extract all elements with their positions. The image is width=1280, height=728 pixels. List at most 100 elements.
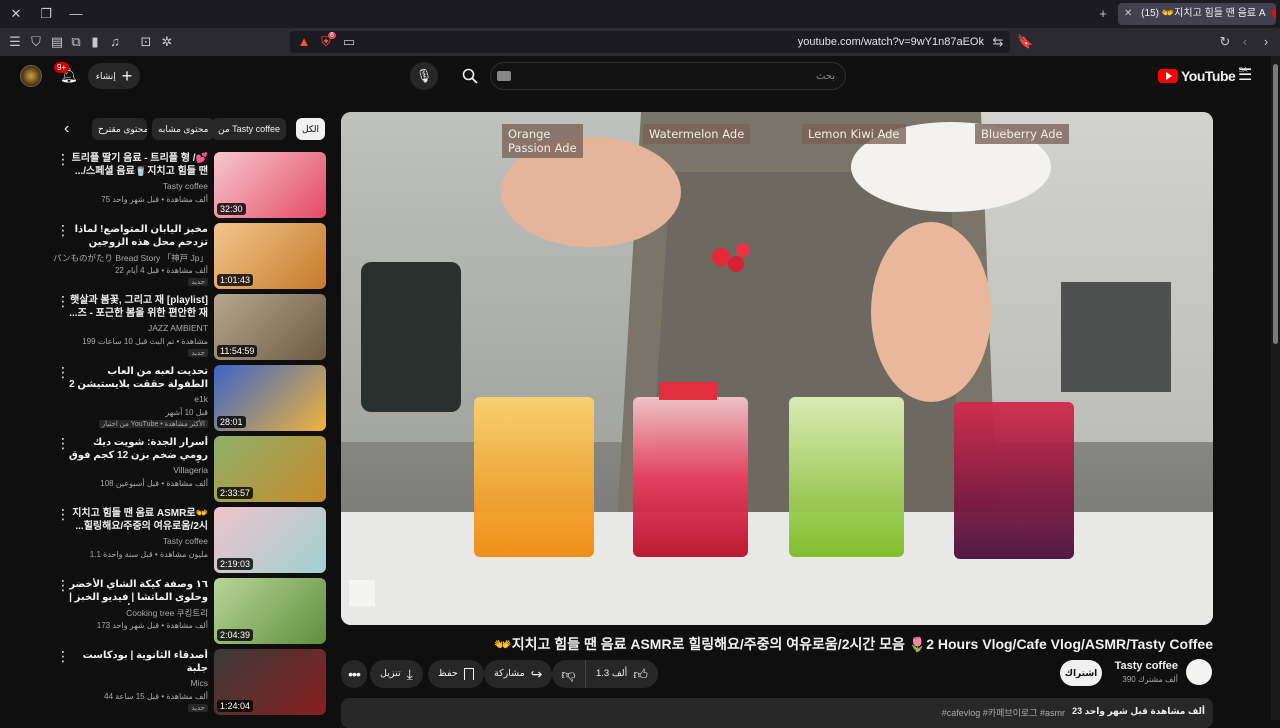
search-input[interactable]: بحث <box>490 62 846 90</box>
recommendation-item[interactable]: ⋮ مخبز اليابان المتواضع! لماذا تزدحم محل … <box>53 223 326 289</box>
voice-search-button[interactable]: 🎙︎ <box>410 62 438 90</box>
chip-recommended[interactable]: محتوى مقترح <box>92 118 147 140</box>
recommendation-item[interactable]: ⋮ 👐지치고 힘들 땐 음료 ASMR로 힐링해요/주중의 여유로움/2시... T… <box>56 507 326 573</box>
chip-related[interactable]: محتوى مشابه <box>152 118 215 140</box>
menu-icon[interactable]: ☰ <box>7 34 23 50</box>
recommendation-title[interactable]: 💕트리플 딸기 음료 - 트리플 형 /스페셜 음료🥤지치고 힘들 땐/... <box>68 152 208 178</box>
recommendation-title[interactable]: تحديت لعبه من العاب الطفولة حققت بلايستي… <box>68 365 208 392</box>
like-button[interactable]: 1.3 ألف 👍︎ <box>586 660 658 688</box>
recommendation-title[interactable]: أسرار الجدة: شويت ديك رومي ضخم بزن 12 كج… <box>68 436 208 463</box>
create-button[interactable]: إنشاء + <box>88 63 140 89</box>
recommendation-title[interactable]: 👐지치고 힘들 땐 음료 ASMR로 힐링해요/주중의 여유로움/2시... <box>68 507 208 533</box>
recommendation-thumbnail[interactable]: 1:24:04 <box>214 649 326 715</box>
scrollbar-thumb[interactable] <box>1273 64 1278 344</box>
new-tab-icon[interactable]: + <box>1095 6 1111 22</box>
brave-icon[interactable]: ▲ <box>296 34 312 50</box>
recommendation-channel[interactable]: e1k <box>194 394 208 404</box>
tab-close-icon[interactable]: ✕ <box>1124 8 1132 19</box>
recommendation-thumbnail[interactable]: 2:33:57 <box>214 436 326 502</box>
recommendation-thumbnail[interactable]: 11:54:59 <box>214 294 326 360</box>
bookmark-page-icon[interactable]: 🔖 <box>1017 34 1033 50</box>
window-close-icon[interactable]: ✕ <box>8 6 24 22</box>
chips-scroll-left-icon[interactable]: ‹ <box>64 120 69 138</box>
channel-avatar[interactable] <box>1186 659 1212 685</box>
active-tab[interactable]: ✕ (15) 👐지치고 힘들 땐 음료 A <box>1118 3 1276 25</box>
site-settings-icon[interactable]: ⇆ <box>990 34 1006 50</box>
keyboard-icon[interactable] <box>497 71 511 81</box>
recommendation-badge: جديد <box>188 349 208 357</box>
recommendation-channel[interactable]: Villageria <box>173 465 208 475</box>
youtube-logo[interactable]: YouTube SA <box>1158 67 1248 84</box>
recommendation-item[interactable]: ⋮ ١٦ وصفة كيكة الشاي الأخضر وحلوى الماتشا… <box>56 578 326 644</box>
page-scrollbar[interactable] <box>1271 56 1280 720</box>
window-restore-icon[interactable]: ❐ <box>38 6 54 22</box>
music-icon[interactable]: ♫ <box>107 34 123 50</box>
search-button[interactable] <box>452 62 488 90</box>
recommendation-title[interactable]: [playlist] 햇살과 봄꽃, 그리고 재즈 - 포근한 봄을 위한 편안… <box>68 294 208 320</box>
more-vertical-icon[interactable]: ⋮ <box>56 294 70 308</box>
subscribe-button[interactable]: اشتراك <box>1060 660 1102 686</box>
channel-name[interactable]: Tasty coffee <box>1115 660 1178 672</box>
avatar[interactable] <box>20 65 42 87</box>
recommendation-channel[interactable]: Tasty coffee <box>163 181 208 191</box>
reload-icon[interactable]: ↻ <box>1217 34 1233 50</box>
duration-badge: 1:24:04 <box>217 700 254 712</box>
video-player[interactable]: Orange Passion Ade Watermelon Ade Lemon … <box>341 112 1213 625</box>
recommendation-item[interactable]: ⋮ تحديت لعبه من العاب الطفولة حققت بلايست… <box>56 365 326 431</box>
url-text[interactable]: youtube.com/watch?v=9wY1n87aEOk <box>798 31 984 53</box>
chip-all[interactable]: الكل <box>296 118 326 140</box>
address-bar[interactable]: ▲ ⛨ 6 ▭ youtube.com/watch?v=9wY1n87aEOk … <box>290 31 1033 53</box>
recommendation-item[interactable]: ⋮ أسرار الجدة: شويت ديك رومي ضخم بزن 12 ك… <box>56 436 326 502</box>
recommendation-item[interactable]: ⋮ 💕트리플 딸기 음료 - 트리플 형 /스페셜 음료🥤지치고 힘들 땐/...… <box>56 152 326 218</box>
search-icon <box>462 68 478 84</box>
recommendation-title[interactable]: ١٦ وصفة كيكة الشاي الأخضر وحلوى الماتشا … <box>68 578 208 605</box>
hamburger-menu-icon[interactable]: ☰ <box>1238 68 1252 84</box>
reader-mode-icon[interactable]: ▭ <box>341 34 357 50</box>
extension-badge: 6 <box>328 32 336 39</box>
recommendation-channel[interactable]: Tasty coffee <box>163 536 208 546</box>
back-icon[interactable]: ‹ <box>1237 34 1253 50</box>
bookmarks-icon[interactable]: ▤ <box>49 34 65 50</box>
recommendation-meta: 199 مشاهدة • تم البث قبل 10 ساعات <box>82 337 208 346</box>
chip-from-channel[interactable]: من Tasty coffee <box>212 118 287 140</box>
dislike-button[interactable]: 👎︎ <box>552 660 586 688</box>
more-vertical-icon[interactable]: ⋮ <box>56 507 70 521</box>
sidebar-icon[interactable]: ▮ <box>87 34 103 50</box>
more-vertical-icon[interactable]: ⋮ <box>56 223 70 237</box>
recommendation-thumbnail[interactable]: 2:19:03 <box>214 507 326 573</box>
save-button[interactable]: حفظ <box>428 660 484 688</box>
forward-icon[interactable]: › <box>1258 34 1274 50</box>
recommendation-thumbnail[interactable]: 28:01 <box>214 365 326 431</box>
more-vertical-icon[interactable]: ⋮ <box>56 436 70 450</box>
shield-icon[interactable]: ⛉ <box>28 34 44 50</box>
more-actions-button[interactable]: ••• <box>341 660 367 688</box>
more-vertical-icon[interactable]: ⋮ <box>56 152 70 166</box>
description-box[interactable]: 23 ألف مشاهدة قبل شهر واحد #cafevlog #카페… <box>341 698 1213 728</box>
share-button[interactable]: مشاركة ↪ <box>484 660 553 688</box>
recommendation-meta: 108 ألف مشاهدة • قبل أسبوعين <box>100 479 208 488</box>
more-vertical-icon[interactable]: ⋮ <box>56 365 70 379</box>
video-label-lemon-kiwi: Lemon Kiwi Ade <box>802 124 906 144</box>
recommendation-channel[interactable]: Cooking tree 쿠킹트리 <box>126 607 208 619</box>
recommendation-thumbnail[interactable]: 32:30 <box>214 152 326 218</box>
recommendation-channel[interactable]: Mics <box>191 678 208 688</box>
duration-badge: 28:01 <box>217 416 246 428</box>
recommendation-thumbnail[interactable]: 1:01:43 <box>214 223 326 289</box>
duration-badge: 2:19:03 <box>217 558 254 570</box>
recommendation-thumbnail[interactable]: 2:04:39 <box>214 578 326 644</box>
extensions-icon[interactable]: ✲ <box>159 34 175 50</box>
description-hashtags[interactable]: #cafevlog #카페브이로그 #asmr <box>942 706 1065 719</box>
tabs-icon[interactable]: ⧉ <box>68 34 84 50</box>
more-vertical-icon[interactable]: ⋮ <box>56 649 70 663</box>
download-button[interactable]: تنزيل ⤓ <box>370 660 423 688</box>
screenshot-icon[interactable]: ⊡ <box>138 34 154 50</box>
more-vertical-icon[interactable]: ⋮ <box>56 578 70 592</box>
recommendation-channel[interactable]: パンものがたり Bread Story 「神戸 Jp」 <box>53 252 208 264</box>
recommendation-title[interactable]: مخبز اليابان المتواضع! لماذا تزدحم محل ه… <box>68 223 208 250</box>
search-placeholder: بحث <box>815 71 835 82</box>
recommendation-channel[interactable]: JAZZ AMBIENT <box>148 323 208 333</box>
recommendation-item[interactable]: ⋮ [playlist] 햇살과 봄꽃, 그리고 재즈 - 포근한 봄을 위한 편… <box>56 294 326 360</box>
window-minimize-icon[interactable]: — <box>68 6 84 22</box>
recommendation-title[interactable]: أصدقاء الثانوية | بودكاست جلبة <box>68 649 208 675</box>
recommendation-item[interactable]: ⋮ أصدقاء الثانوية | بودكاست جلبة Mics 44 أل… <box>56 649 326 715</box>
